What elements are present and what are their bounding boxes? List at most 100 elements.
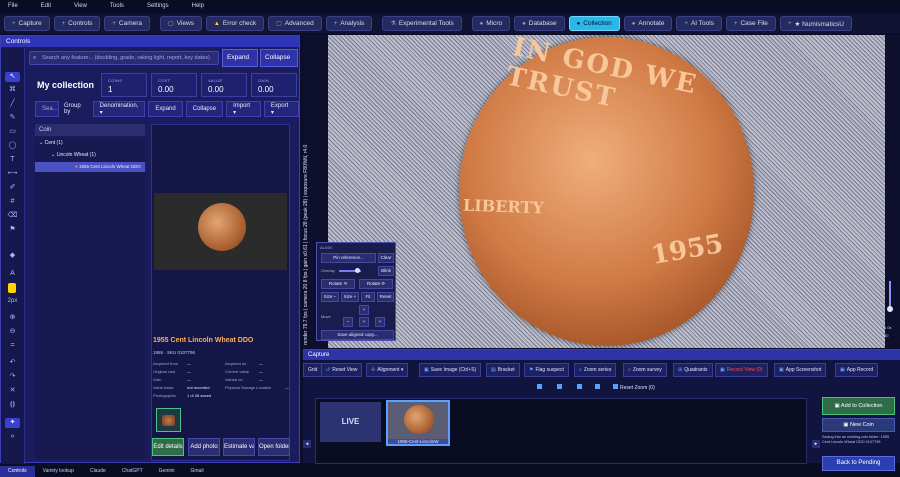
photo-thumbnail[interactable]	[156, 408, 181, 432]
app-screenshot-button[interactable]: ▣ App Screenshot	[774, 363, 827, 377]
delete-tool-icon[interactable]: ✕	[5, 386, 20, 396]
measure-tool-icon[interactable]: ⟷	[5, 169, 20, 179]
tab-numismaticsu[interactable]: + ★ NumismaticsU	[779, 16, 852, 31]
toggle-4[interactable]	[595, 382, 602, 394]
filmstrip-next-icon[interactable]: ▸	[812, 440, 820, 448]
move-up-button[interactable]: +	[359, 305, 369, 315]
equal-tool-icon[interactable]: =	[5, 341, 20, 351]
undo-tool-icon[interactable]: ↶	[5, 358, 20, 368]
pen-tool-icon[interactable]: ✎	[5, 113, 20, 123]
tab-collection[interactable]: ● Collection	[568, 16, 620, 31]
bottom-tab-claude[interactable]: Claude	[82, 466, 114, 477]
open-folder-button[interactable]: Open folder	[258, 438, 290, 456]
tab-views[interactable]: ▢ Views	[160, 16, 202, 31]
menu-edit[interactable]: Edit	[41, 3, 51, 9]
add-to-collection-button[interactable]: ▣ Add to Collection	[822, 397, 895, 415]
tab-capture[interactable]: + Capture	[4, 16, 50, 31]
text-tool-icon[interactable]: T	[5, 155, 20, 165]
pin-reference-button[interactable]: Pin reference...	[321, 253, 376, 263]
menu-settings[interactable]: Settings	[147, 3, 169, 9]
app-record-button[interactable]: ▣ App Record	[835, 363, 879, 377]
fit-button[interactable]: Fit	[361, 292, 375, 302]
alignment-dropdown[interactable]: ✢ Alignment ▾	[366, 363, 409, 377]
lasso-tool-icon[interactable]: ⌘	[5, 85, 20, 95]
circle-tool-icon[interactable]: ◯	[5, 141, 20, 151]
move-right-button[interactable]: +	[375, 317, 385, 327]
align-reset-button[interactable]: Reset	[377, 292, 394, 302]
filmstrip-prev-icon[interactable]: ◂	[303, 440, 311, 448]
menu-view[interactable]: View	[74, 3, 87, 9]
tree-header[interactable]: Coin	[35, 124, 145, 136]
zoom-slider-knob[interactable]	[887, 306, 893, 312]
zoom-out-tool-icon[interactable]: ⊖	[5, 327, 20, 337]
estimate-value-button[interactable]: Estimate value	[223, 438, 255, 456]
overlay-slider-knob[interactable]	[355, 268, 360, 273]
size-plus-button[interactable]: Size +	[341, 292, 359, 302]
line-tool-icon[interactable]: ╱	[5, 99, 20, 109]
bottom-tab-controls[interactable]: Controls	[0, 466, 35, 477]
bottom-tab-gmail[interactable]: Gmail	[183, 466, 212, 477]
zoom-in-tool-icon[interactable]: ⊕	[5, 313, 20, 323]
tree-item-cent[interactable]: ⌄ Cent (1)	[35, 138, 145, 148]
rotate-ccw-button[interactable]: Rotate ⟲	[321, 279, 355, 289]
export-button[interactable]: Export ▾	[263, 101, 300, 117]
tree-item-lincoln-wheat[interactable]: ⌄ Lincoln Wheat (1)	[35, 150, 145, 160]
move-down-button[interactable]: +	[359, 317, 369, 327]
pin-tool-icon[interactable]: ◆	[5, 251, 20, 261]
hash-tool-icon[interactable]: #	[5, 197, 20, 207]
blink-button[interactable]: Blink	[378, 266, 394, 276]
font-tool-icon[interactable]: A	[5, 269, 20, 279]
eraser-tool-icon[interactable]: ⌫	[5, 211, 20, 221]
save-aligned-copy-button[interactable]: Save aligned copy...	[321, 330, 394, 340]
record-view-button[interactable]: ▣ Record View (0)	[715, 363, 768, 377]
new-coin-button[interactable]: ▣ New Coin	[822, 418, 895, 432]
save-image-button[interactable]: ▣ Save Image (Ctrl+S)	[419, 363, 482, 377]
feature-search-input[interactable]: ⌕ Search any feature... (doubling, grade…	[29, 51, 219, 65]
tree-item-1955-cent[interactable]: ● 1955 Cent Lincoln Wheat DDO	[35, 162, 145, 172]
toggle-3[interactable]	[577, 382, 584, 394]
reset-view-button[interactable]: ↺ Reset View	[321, 363, 363, 377]
menu-tools[interactable]: Tools	[110, 3, 124, 9]
tab-experimental-tools[interactable]: ⚗ Experimental Tools	[382, 16, 462, 31]
quadrants-button[interactable]: ⊞ Quadrants	[673, 363, 713, 377]
toggle-1[interactable]	[537, 382, 544, 394]
stroke-size-label[interactable]: 2px	[5, 296, 20, 306]
bottom-tab-variety-lookup[interactable]: Variety lookup	[35, 466, 82, 477]
double-chevron-icon[interactable]: »	[5, 432, 20, 442]
flag-tool-icon[interactable]: ⚑	[5, 225, 20, 235]
tab-controls[interactable]: + Controls	[53, 16, 101, 31]
zoom-slider[interactable]: 1.0x 30	[884, 277, 896, 341]
expand-all-button[interactable]: Expand all	[222, 49, 258, 67]
expand-button[interactable]: Expand	[148, 101, 183, 117]
grid-button[interactable]: Grid	[303, 363, 323, 377]
brush-tool-icon[interactable]: ✐	[5, 183, 20, 193]
add-photo-button[interactable]: Add photo	[188, 438, 220, 456]
tab-database[interactable]: ● Database	[514, 16, 565, 31]
color-swatch[interactable]	[8, 283, 16, 293]
bracket-button[interactable]: ▤ Bracket	[486, 363, 520, 377]
star-tool-icon[interactable]: ✦	[5, 418, 20, 428]
reset-zoom-button[interactable]: Reset Zoom (0)	[613, 382, 655, 394]
bracket-tool-icon[interactable]: ⦗⦘	[5, 400, 20, 410]
collapse-button[interactable]: Collapse	[185, 101, 224, 117]
redo-tool-icon[interactable]: ↷	[5, 372, 20, 382]
tab-camera[interactable]: + Camera	[104, 16, 151, 31]
zoom-survey-button[interactable]: ⌕ Zoom survey	[623, 363, 667, 377]
flag-suspect-button[interactable]: ⚑ Flag suspect	[524, 363, 569, 377]
live-thumbnail[interactable]: LIVE	[320, 402, 381, 442]
tab-error-check[interactable]: ▲ Error check	[205, 16, 265, 31]
toggle-2[interactable]	[557, 382, 564, 394]
edit-details-button[interactable]: Edit details	[152, 438, 184, 456]
menu-file[interactable]: File	[8, 3, 18, 9]
rotate-cw-button[interactable]: Rotate ⟳	[359, 279, 393, 289]
tab-annotate[interactable]: ● Annotate	[623, 16, 673, 31]
group-by-select[interactable]: Denomination, ▾	[92, 101, 146, 117]
menu-help[interactable]: Help	[192, 3, 204, 9]
collapse-all-button[interactable]: Collapse all	[260, 49, 298, 67]
tab-analysis[interactable]: + Analysis	[325, 16, 373, 31]
size-minus-button[interactable]: Size −	[321, 292, 339, 302]
collection-search-input[interactable]: Sea...	[35, 101, 59, 117]
tab-advanced[interactable]: ▢ Advanced	[268, 16, 322, 31]
back-to-pending-button[interactable]: Back to Pending	[822, 456, 895, 471]
move-left-button[interactable]: −	[343, 317, 353, 327]
